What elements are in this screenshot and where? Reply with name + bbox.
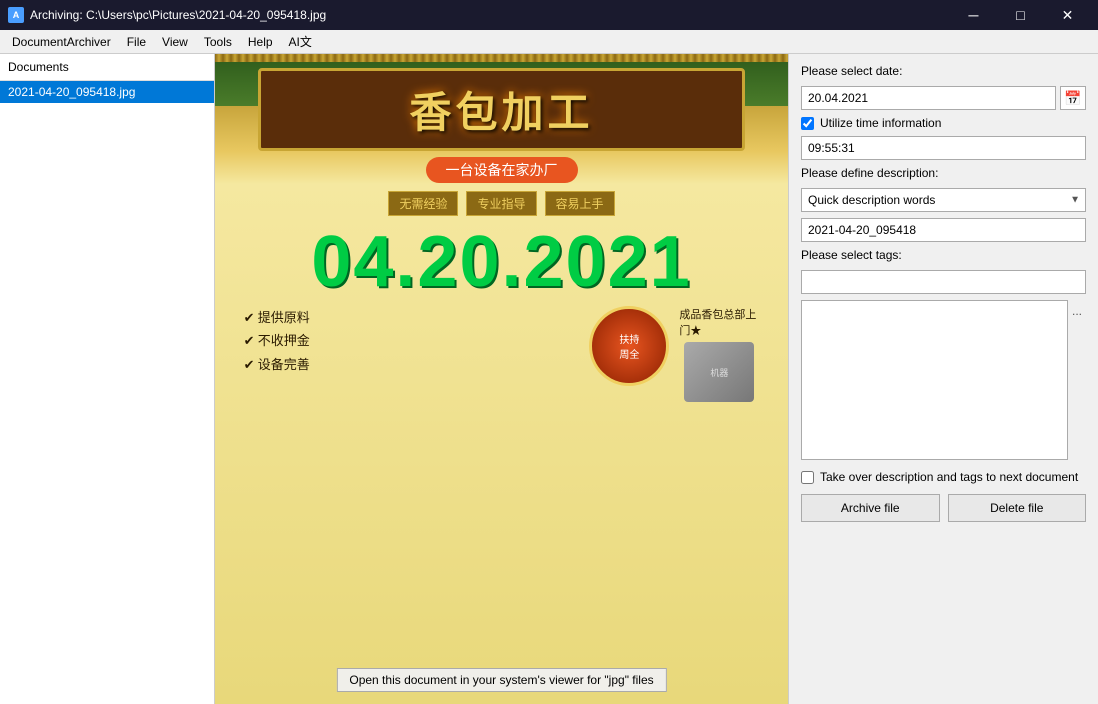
date-label: Please select date: [801,64,1086,78]
description-dropdown[interactable]: Quick description words Custom [801,188,1086,212]
image-tags: 无需经验 专业指导 容易上手 [388,191,614,216]
check-0: ✔ 提供原料 [244,306,580,329]
sidebar-list: 2021-04-20_095418.jpg [0,81,214,704]
menu-ai[interactable]: AI文 [281,31,320,52]
check-2: ✔ 设备完善 [244,353,580,376]
sidebar-title: Documents [0,54,214,81]
utilize-time-row: Utilize time information [801,116,1086,130]
filename-input[interactable] [801,218,1086,242]
window-controls: ─ □ ✕ [951,0,1090,30]
tag-2: 容易上手 [545,191,615,216]
delete-button[interactable]: Delete file [948,494,1087,522]
check-1: ✔ 不收押金 [244,329,580,352]
description-label: Please define description: [801,166,1086,180]
checklist: ✔ 提供原料 ✔ 不收押金 ✔ 设备完善 [244,306,580,402]
title-box: 香包加工 [258,68,745,151]
image-subtitle: 一台设备在家办厂 [426,157,578,183]
sidebar: Documents 2021-04-20_095418.jpg [0,54,215,704]
machine-img: 机器 [684,342,754,402]
maximize-button[interactable]: □ [998,0,1043,30]
tags-input[interactable] [801,270,1086,294]
side-text: 成品香包总部上门★ 机器 [679,306,759,402]
takeover-row: Take over description and tags to next d… [801,470,1086,484]
date-input[interactable] [801,86,1056,110]
utilize-time-checkbox[interactable] [801,117,814,130]
sidebar-item-doc1[interactable]: 2021-04-20_095418.jpg [0,81,214,103]
date-input-wrap: 📅 [801,86,1086,110]
tags-label: Please select tags: [801,248,1086,262]
utilize-time-label: Utilize time information [820,116,941,130]
close-button[interactable]: ✕ [1045,0,1090,30]
menu-bar: DocumentArchiver File View Tools Help AI… [0,30,1098,54]
image-date-overlay: 04.20.2021 [311,226,691,298]
image-content: 香包加工 一台设备在家办厂 无需经验 专业指导 容易上手 04.20.2021 … [215,54,788,704]
tag-0: 无需经验 [388,191,458,216]
notes-aside: ... [1072,300,1086,460]
menu-tools[interactable]: Tools [196,33,240,51]
main-layout: Documents 2021-04-20_095418.jpg 香包加工 一台设… [0,54,1098,704]
menu-documentarchiver[interactable]: DocumentArchiver [4,33,119,51]
description-dropdown-wrap: Quick description words Custom ▼ [801,188,1086,212]
right-panel: Please select date: 📅 Utilize time infor… [788,54,1098,704]
takeover-label: Take over description and tags to next d… [820,470,1086,484]
notes-textarea[interactable] [801,300,1068,460]
menu-file[interactable]: File [119,33,154,51]
archive-button[interactable]: Archive file [801,494,940,522]
title-bar: A Archiving: C:\Users\pc\Pictures\2021-0… [0,0,1098,30]
image-bottom: ✔ 提供原料 ✔ 不收押金 ✔ 设备完善 扶持周全 成品香包总部上门★ 机器 [244,306,760,402]
minimize-button[interactable]: ─ [951,0,996,30]
circle-badge: 扶持周全 [589,306,669,386]
image-title: 香包加工 [273,79,730,140]
tag-1: 专业指导 [466,191,536,216]
buttons-row: Archive file Delete file [801,494,1086,522]
top-border [215,54,788,62]
image-container: 香包加工 一台设备在家办厂 无需经验 专业指导 容易上手 04.20.2021 … [215,54,788,704]
window-title: Archiving: C:\Users\pc\Pictures\2021-04-… [30,8,326,22]
calendar-button[interactable]: 📅 [1060,86,1086,110]
time-input[interactable] [801,136,1086,160]
app-icon: A [8,7,24,23]
image-subtitle-wrap: 一台设备在家办厂 [426,155,578,185]
title-bar-left: A Archiving: C:\Users\pc\Pictures\2021-0… [8,7,326,23]
menu-view[interactable]: View [154,33,196,51]
image-tooltip: Open this document in your system's view… [336,668,666,692]
menu-help[interactable]: Help [240,33,281,51]
image-area: 香包加工 一台设备在家办厂 无需经验 专业指导 容易上手 04.20.2021 … [215,54,788,704]
takeover-checkbox[interactable] [801,471,814,484]
notes-row: ... [801,300,1086,460]
